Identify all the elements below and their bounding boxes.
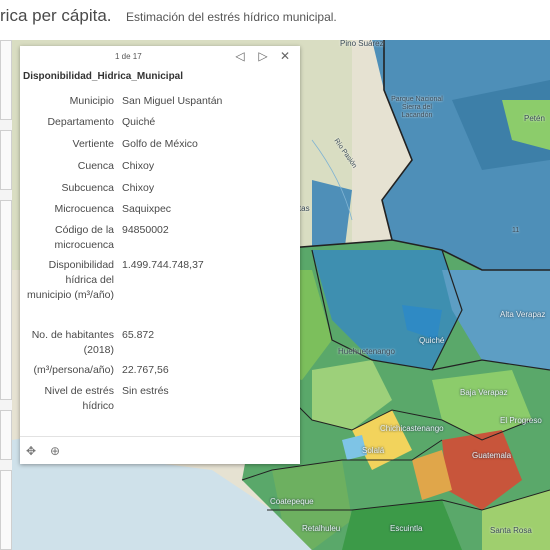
attribute-key: Disponibilidad hídrica del municipio (m³…	[27, 259, 114, 301]
attribute-row: Municipio San Miguel Uspantán	[20, 94, 300, 115]
left-panel-segment[interactable]	[0, 410, 12, 460]
attribute-value: Golfo de México	[122, 138, 198, 150]
map-label-solola: Solalá	[362, 446, 385, 455]
map-label-huehuetenango: Huehuetenango	[338, 347, 395, 356]
attribute-key: Vertiente	[72, 138, 114, 150]
attribute-value: 94850002	[122, 224, 169, 236]
attribute-value: Chixoy	[122, 160, 155, 172]
popup-nav: 1 de 17 ◁ ▷ ✕	[20, 46, 300, 68]
zoom-to-icon[interactable]: ⊕	[50, 444, 60, 458]
attribute-key: Nivel de estrés hídrico	[44, 385, 114, 412]
popup-pager: 1 de 17	[115, 52, 142, 61]
attribute-value: Quiché	[122, 116, 156, 128]
attribute-value: Sin estrés	[122, 385, 169, 397]
attribute-key: (m³/persona/año)	[33, 364, 114, 376]
left-panel-segment[interactable]	[0, 40, 12, 120]
close-icon[interactable]: ✕	[278, 49, 292, 63]
attribute-row: No. de habitantes (2018) 65.872	[20, 328, 300, 363]
page-subtitle: Estimación del estrés hídrico municipal.	[126, 10, 337, 24]
left-panel-segment[interactable]	[0, 130, 12, 190]
attribute-value: Chixoy	[122, 182, 155, 194]
attribute-value: San Miguel Uspantán	[122, 95, 223, 107]
left-panel-strip	[0, 40, 12, 550]
map-label-chichicastenango: Chichicastenango	[380, 424, 444, 433]
attribute-row: (m³/persona/año) 22.767,56	[20, 363, 300, 384]
map-label-baja-verapaz: Baja Verapaz	[460, 388, 508, 397]
map-label-santa-rosa: Santa Rosa	[490, 526, 532, 535]
attribute-row: Microcuenca Saquixpec	[20, 202, 300, 223]
popup-footer: ✥ ⊕	[20, 436, 300, 464]
attribute-value: Saquixpec	[122, 203, 172, 215]
attribute-key: No. de habitantes (2018)	[31, 329, 114, 356]
attribute-row: Subcuenca Chixoy	[20, 181, 300, 202]
attribute-key: Cuenca	[77, 160, 114, 172]
map-label-retalhuleu: Retalhuleu	[302, 524, 341, 533]
map-label-coatepeque: Coatepeque	[270, 497, 314, 506]
attribute-row: Vertiente Golfo de México	[20, 137, 300, 159]
attribute-value: 65.872	[122, 329, 155, 341]
map-label-el-progreso: El Progreso	[500, 416, 542, 425]
map-label-parque: Parque Nacional Sierra del Lacandón	[391, 96, 443, 119]
map-label-alta-verapaz: Alta Verapaz	[500, 310, 546, 319]
map-label-guatemala: Guatemala	[472, 451, 512, 460]
left-panel-segment[interactable]	[0, 200, 12, 400]
map-label-peten: Petén	[524, 114, 545, 123]
map-label-escuintla: Escuintla	[390, 524, 423, 533]
attribute-key: Departamento	[47, 116, 114, 128]
feature-popup: 1 de 17 ◁ ▷ ✕ Disponibilidad_Hidrica_Mun…	[20, 46, 300, 464]
map-label-highway: 11	[512, 227, 520, 234]
map-label-quiche: Quiché	[419, 336, 445, 345]
attribute-row: Nivel de estrés hídrico Sin estrés	[20, 384, 300, 419]
previous-icon[interactable]: ◁	[233, 49, 247, 63]
attribute-key: Código de la microcuenca	[54, 224, 114, 251]
page-header: rica per cápita. Estimación del estrés h…	[0, 0, 550, 34]
move-icon[interactable]: ✥	[26, 444, 36, 458]
attribute-key: Municipio	[69, 95, 114, 107]
attribute-key: Microcuenca	[54, 203, 114, 215]
attribute-row: Cuenca Chixoy	[20, 159, 300, 181]
popup-attribute-table: Municipio San Miguel Uspantán Departamento…	[20, 94, 300, 419]
map-label-pino-suarez: Pino Suárez	[340, 40, 384, 48]
attribute-row: Disponibilidad hídrica del municipio (m³…	[20, 258, 300, 328]
attribute-value: 1.499.744.748,37	[122, 259, 204, 271]
popup-title: Disponibilidad_Hidrica_Municipal	[23, 71, 184, 82]
attribute-key: Subcuenca	[61, 182, 114, 194]
attribute-row: Departamento Quiché	[20, 115, 300, 137]
attribute-row: Código de la microcuenca 94850002	[20, 223, 300, 258]
attribute-value: 22.767,56	[122, 364, 169, 376]
left-panel-segment[interactable]	[0, 470, 12, 550]
next-icon[interactable]: ▷	[256, 49, 270, 63]
page-title: rica per cápita.	[0, 6, 112, 25]
